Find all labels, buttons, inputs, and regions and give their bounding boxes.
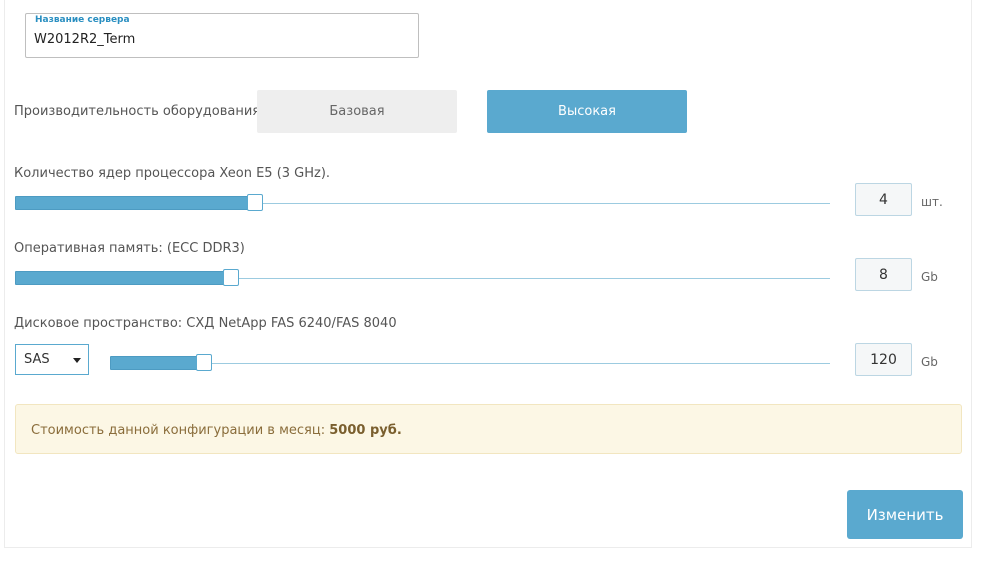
server-name-label: Название сервера	[35, 15, 130, 25]
ram-unit: Gb	[921, 270, 938, 284]
ram-label: Оперативная память: (ECC DDR3)	[14, 241, 245, 256]
performance-label: Производительность оборудования	[14, 104, 261, 119]
disk-slider-track[interactable]	[110, 363, 830, 364]
disk-slider-fill	[110, 356, 204, 370]
ram-value-box[interactable]: 8	[855, 258, 912, 291]
caret-down-icon	[73, 358, 81, 363]
performance-basic-button[interactable]: Базовая	[257, 90, 457, 133]
change-button[interactable]: Изменить	[847, 490, 963, 539]
disk-slider-handle[interactable]	[196, 354, 212, 371]
cpu-slider-handle[interactable]	[247, 194, 263, 211]
price-text: Стоимость данной конфигурации в месяц: 5…	[31, 423, 402, 438]
price-amount: 5000 руб.	[329, 423, 402, 438]
disk-unit: Gb	[921, 355, 938, 369]
disk-type-select[interactable]: SAS	[15, 344, 89, 375]
price-label: Стоимость данной конфигурации в месяц:	[31, 423, 326, 438]
performance-high-button[interactable]: Высокая	[487, 90, 687, 133]
ram-slider-handle[interactable]	[223, 269, 239, 286]
cpu-label: Количество ядер процессора Xeon E5 (3 GH…	[14, 166, 331, 181]
server-name-field[interactable]: Название сервера	[25, 13, 419, 58]
disk-label: Дисковое пространство: СХД NetApp FAS 62…	[14, 316, 397, 331]
cpu-unit: шт.	[921, 195, 943, 209]
disk-type-value: SAS	[24, 352, 50, 367]
ram-slider-fill	[15, 271, 231, 285]
disk-value-box[interactable]: 120	[855, 343, 912, 376]
cpu-value-box[interactable]: 4	[855, 183, 912, 216]
cpu-slider-fill	[15, 196, 255, 210]
price-alert: Стоимость данной конфигурации в месяц: 5…	[15, 404, 962, 454]
server-name-input[interactable]	[34, 32, 404, 47]
